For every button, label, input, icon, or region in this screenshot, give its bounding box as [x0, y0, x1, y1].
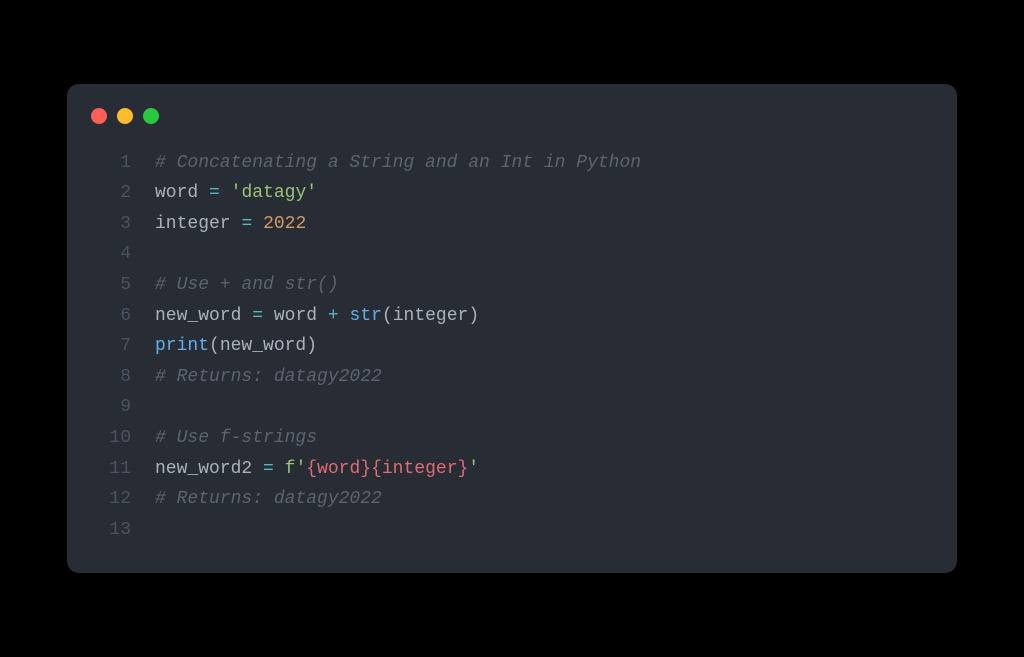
token-variable: word	[155, 183, 198, 203]
token-operator: =	[209, 183, 220, 203]
code-content: # Returns: datagy2022	[155, 484, 929, 515]
token-builtin: str	[350, 306, 382, 326]
token-fstring-expr: {word}{integer}	[306, 459, 468, 479]
line-number: 13	[95, 515, 131, 546]
token-plain	[252, 214, 263, 234]
token-number: 2022	[263, 214, 306, 234]
token-variable: new_word	[155, 306, 241, 326]
code-line: 2 word = 'datagy'	[95, 178, 929, 209]
code-content: new_word = word + str(integer)	[155, 301, 929, 332]
code-content: # Returns: datagy2022	[155, 362, 929, 393]
token-operator: =	[241, 214, 252, 234]
code-content: print(new_word)	[155, 331, 929, 362]
token-comment: # Use + and str()	[155, 275, 339, 295]
maximize-icon[interactable]	[143, 108, 159, 124]
code-line: 7 print(new_word)	[95, 331, 929, 362]
line-number: 2	[95, 178, 131, 209]
token-plain	[252, 459, 263, 479]
token-plain: (integer)	[382, 306, 479, 326]
code-line: 13	[95, 515, 929, 546]
code-line: 1 # Concatenating a String and an Int in …	[95, 148, 929, 179]
token-builtin: print	[155, 336, 209, 356]
token-plain	[220, 183, 231, 203]
token-comment: # Returns: datagy2022	[155, 367, 382, 387]
token-string: 'datagy'	[231, 183, 317, 203]
line-number: 4	[95, 239, 131, 270]
line-number: 3	[95, 209, 131, 240]
line-number: 5	[95, 270, 131, 301]
code-content	[155, 515, 929, 546]
token-operator: =	[263, 459, 274, 479]
token-variable: integer	[155, 214, 231, 234]
code-line: 11 new_word2 = f'{word}{integer}'	[95, 454, 929, 485]
code-content	[155, 392, 929, 423]
minimize-icon[interactable]	[117, 108, 133, 124]
token-variable: new_word2	[155, 459, 252, 479]
token-plain	[198, 183, 209, 203]
line-number: 7	[95, 331, 131, 362]
line-number: 12	[95, 484, 131, 515]
line-number: 8	[95, 362, 131, 393]
code-line: 5 # Use + and str()	[95, 270, 929, 301]
token-operator: +	[328, 306, 339, 326]
line-number: 10	[95, 423, 131, 454]
code-editor[interactable]: 1 # Concatenating a String and an Int in …	[67, 148, 957, 546]
code-content: # Concatenating a String and an Int in P…	[155, 148, 929, 179]
token-plain	[317, 306, 328, 326]
code-content: new_word2 = f'{word}{integer}'	[155, 454, 929, 485]
code-line: 6 new_word = word + str(integer)	[95, 301, 929, 332]
code-line: 8 # Returns: datagy2022	[95, 362, 929, 393]
close-icon[interactable]	[91, 108, 107, 124]
code-line: 4	[95, 239, 929, 270]
code-line: 10 # Use f-strings	[95, 423, 929, 454]
code-content: word = 'datagy'	[155, 178, 929, 209]
code-content	[155, 239, 929, 270]
line-number: 11	[95, 454, 131, 485]
token-plain: (new_word)	[209, 336, 317, 356]
code-content: integer = 2022	[155, 209, 929, 240]
token-operator: =	[252, 306, 263, 326]
line-number: 1	[95, 148, 131, 179]
code-line: 12 # Returns: datagy2022	[95, 484, 929, 515]
token-plain	[231, 214, 242, 234]
line-number: 6	[95, 301, 131, 332]
token-plain	[263, 306, 274, 326]
token-plain	[241, 306, 252, 326]
token-variable: word	[274, 306, 317, 326]
token-plain	[339, 306, 350, 326]
token-comment: # Concatenating a String and an Int in P…	[155, 153, 641, 173]
token-plain	[274, 459, 285, 479]
token-string: f'	[285, 459, 307, 479]
window-titlebar	[67, 108, 957, 124]
token-string: '	[468, 459, 479, 479]
code-line: 9	[95, 392, 929, 423]
line-number: 9	[95, 392, 131, 423]
token-comment: # Returns: datagy2022	[155, 489, 382, 509]
code-window: 1 # Concatenating a String and an Int in …	[67, 84, 957, 574]
code-content: # Use + and str()	[155, 270, 929, 301]
code-content: # Use f-strings	[155, 423, 929, 454]
token-comment: # Use f-strings	[155, 428, 317, 448]
code-line: 3 integer = 2022	[95, 209, 929, 240]
